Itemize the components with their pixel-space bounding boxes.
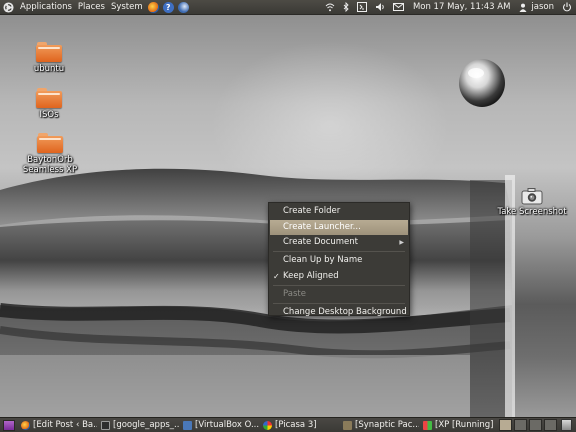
taskbar-button-label: [XP [Running] ... bbox=[435, 420, 497, 430]
picasa-icon bbox=[263, 420, 272, 430]
taskbar-button-picasa[interactable]: [Picasa 3] bbox=[261, 419, 339, 432]
top-panel: Applications Places System ? Mon 17 May,… bbox=[0, 0, 576, 15]
menu-item-label: Keep Aligned bbox=[283, 270, 339, 281]
taskbar-button-xp-running[interactable]: [XP [Running] ... bbox=[421, 419, 497, 432]
desktop-icon-label: BaytonOrb Seamless XP bbox=[22, 155, 78, 175]
taskbar-button-label: [Synaptic Pac... bbox=[355, 420, 419, 430]
taskbar-button-label: [Picasa 3] bbox=[275, 420, 317, 430]
user-icon bbox=[519, 3, 527, 12]
vm-icon bbox=[423, 420, 432, 430]
workspace-switcher bbox=[498, 419, 558, 431]
desktop-icon-label: ISOs bbox=[39, 110, 59, 120]
username-label[interactable]: jason bbox=[531, 2, 554, 12]
taskbar-button-synaptic[interactable]: [Synaptic Pac... bbox=[341, 419, 419, 432]
menu-item-label: Create Launcher... bbox=[283, 221, 361, 232]
menu-item-label: Create Folder bbox=[283, 206, 341, 216]
taskbar-button-edit-post[interactable]: [Edit Post ‹ Ba... bbox=[19, 419, 97, 432]
mail-icon[interactable] bbox=[392, 3, 404, 11]
menu-item-clean-up-by-name[interactable]: Clean Up by Name bbox=[269, 253, 409, 269]
thunderbird-launcher-icon[interactable] bbox=[177, 1, 189, 13]
taskbar-button-label: [google_apps_... bbox=[113, 420, 179, 430]
workspace-2[interactable] bbox=[514, 419, 527, 431]
ubuntu-logo-icon[interactable] bbox=[3, 1, 14, 13]
volume-panel-icon[interactable] bbox=[356, 2, 367, 12]
checkmark-icon: ✓ bbox=[273, 271, 280, 281]
submenu-arrow-icon: ▶ bbox=[399, 239, 404, 246]
camera-icon bbox=[521, 188, 543, 205]
desktop-icon-baytonorb[interactable]: BaytonOrb Seamless XP bbox=[14, 133, 86, 175]
menu-item-label: Clean Up by Name bbox=[283, 255, 363, 265]
taskbar-button-label: [Edit Post ‹ Ba... bbox=[33, 420, 97, 430]
menu-item-create-document[interactable]: Create Document ▶ bbox=[269, 235, 409, 251]
clock[interactable]: Mon 17 May, 11:43 AM bbox=[413, 2, 510, 12]
show-desktop-button[interactable] bbox=[3, 419, 15, 431]
help-launcher-icon[interactable]: ? bbox=[162, 1, 174, 13]
menu-item-label: Create Document bbox=[283, 237, 358, 247]
places-menu[interactable]: Places bbox=[75, 0, 108, 15]
desktop-icon-label: ubuntu bbox=[33, 64, 65, 74]
desktop-icon-label: Take Screenshot bbox=[497, 207, 567, 217]
folder-icon bbox=[36, 42, 62, 62]
taskbar-button-virtualbox[interactable]: [VirtualBox O... bbox=[181, 419, 259, 432]
desktop-icon-ubuntu[interactable]: ubuntu bbox=[14, 42, 84, 74]
bluetooth-icon[interactable] bbox=[343, 2, 349, 12]
applications-menu[interactable]: Applications bbox=[17, 0, 75, 15]
taskbar-button-google-apps[interactable]: [google_apps_... bbox=[99, 419, 179, 432]
menu-item-label: Change Desktop Background bbox=[283, 306, 407, 317]
system-tray: Mon 17 May, 11:43 AM jason bbox=[321, 0, 576, 15]
desktop-context-menu: Create Folder Create Launcher... Create … bbox=[268, 202, 410, 317]
speaker-volume-icon[interactable] bbox=[375, 2, 385, 12]
trash-icon[interactable] bbox=[561, 419, 572, 431]
terminal-icon bbox=[101, 420, 110, 430]
system-menu[interactable]: System bbox=[108, 0, 146, 15]
menu-separator bbox=[273, 284, 405, 286]
bottom-panel: [Edit Post ‹ Ba... [google_apps_... [Vir… bbox=[0, 417, 576, 432]
menu-item-paste: Paste bbox=[269, 287, 409, 303]
workspace-3[interactable] bbox=[529, 419, 542, 431]
folder-icon bbox=[37, 133, 63, 153]
desktop-icon-take-screenshot[interactable]: Take Screenshot bbox=[497, 187, 567, 217]
menu-separator bbox=[273, 302, 405, 304]
desktop-icon-isos[interactable]: ISOs bbox=[14, 88, 84, 120]
workspace-4[interactable] bbox=[544, 419, 557, 431]
menu-separator bbox=[273, 251, 405, 252]
workspace-1[interactable] bbox=[499, 419, 512, 431]
firefox-launcher-icon[interactable] bbox=[147, 1, 159, 13]
synaptic-icon bbox=[343, 420, 352, 430]
menu-item-change-desktop-background[interactable]: Change Desktop Background bbox=[269, 305, 409, 321]
menu-item-label: Paste bbox=[283, 288, 306, 299]
firefox-icon bbox=[21, 420, 30, 430]
menu-item-create-folder[interactable]: Create Folder bbox=[269, 204, 409, 220]
menu-item-create-launcher[interactable]: Create Launcher... bbox=[270, 219, 408, 235]
virtualbox-icon bbox=[183, 420, 192, 430]
folder-icon bbox=[36, 88, 62, 108]
panel-menu-bar: Applications Places System ? bbox=[0, 0, 191, 15]
taskbar-button-label: [VirtualBox O... bbox=[195, 420, 259, 430]
menu-item-keep-aligned[interactable]: ✓ Keep Aligned bbox=[269, 269, 409, 285]
network-wifi-icon[interactable] bbox=[325, 3, 335, 12]
shutdown-icon[interactable] bbox=[562, 2, 572, 12]
